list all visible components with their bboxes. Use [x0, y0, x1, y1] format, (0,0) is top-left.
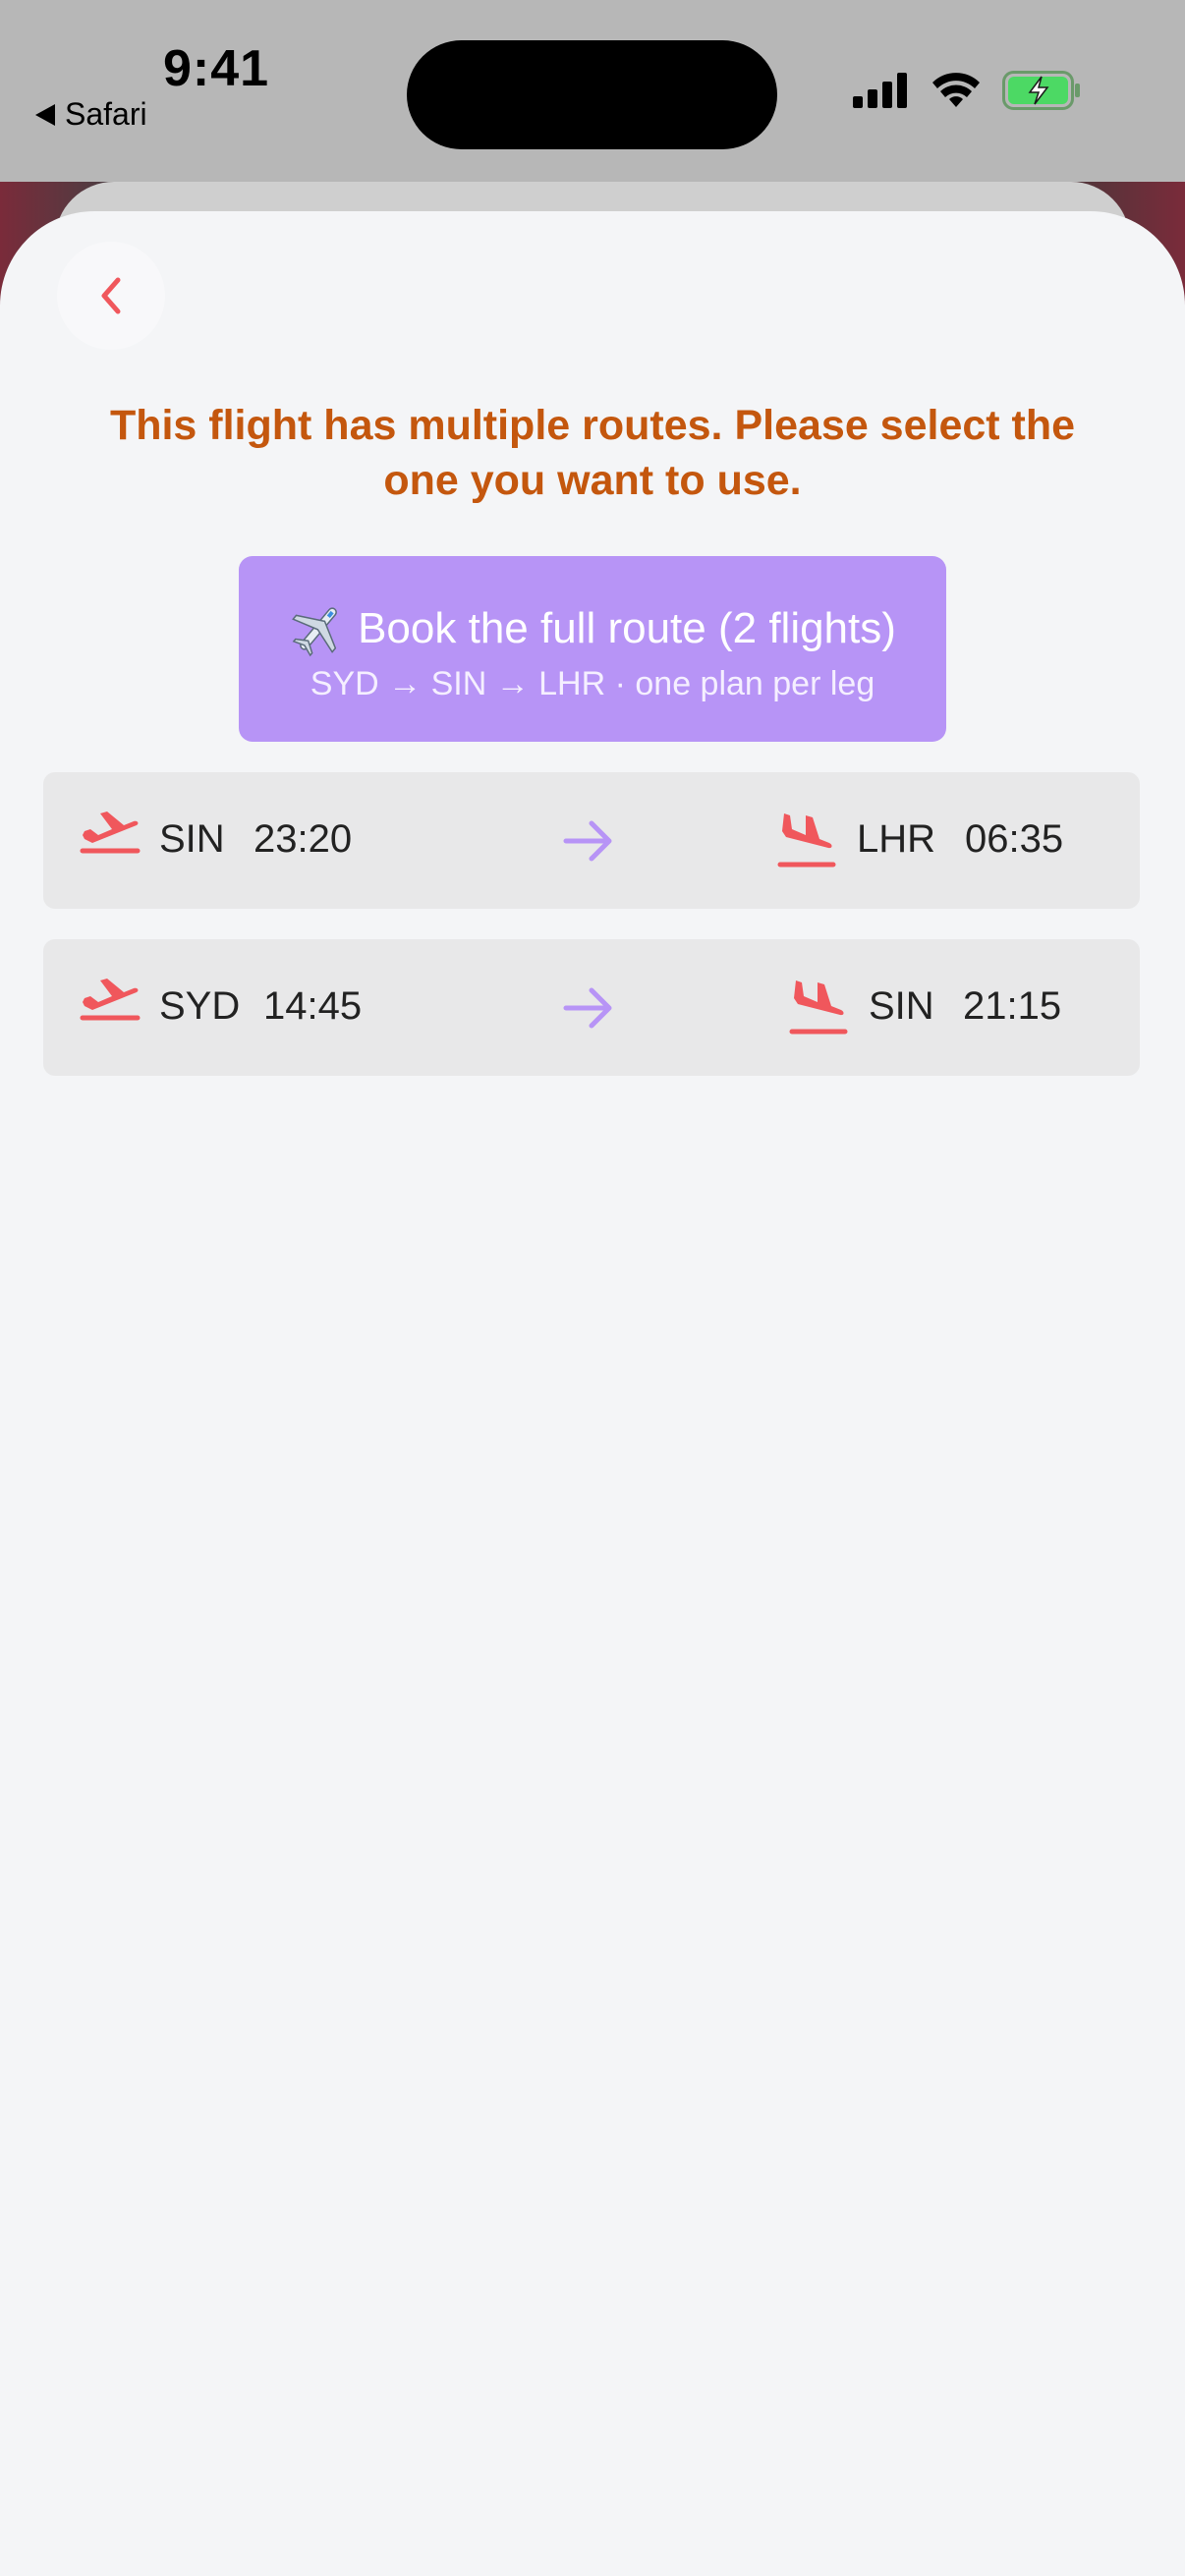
book-full-route-subtitle: SYD → SIN → LHR · one plan per leg: [310, 665, 875, 702]
arrow-right-icon: [563, 820, 612, 862]
departure-time: 14:45: [263, 984, 363, 1028]
landing-icon: [777, 813, 836, 868]
screen: 9:41 Safari This flight has multiple rou…: [0, 0, 1185, 2576]
wifi-icon: [932, 73, 980, 107]
arrival-time: 06:35: [965, 817, 1064, 861]
book-full-route-main: Book the full route (2 flights): [239, 599, 946, 658]
back-to-app-link[interactable]: Safari: [35, 96, 147, 133]
back-app-label: Safari: [65, 96, 147, 132]
back-button[interactable]: [57, 242, 165, 350]
battery-charging-icon: [1002, 71, 1080, 110]
arrival-airport: LHR: [857, 817, 936, 861]
page-title: This flight has multiple routes. Please …: [109, 402, 1076, 504]
back-triangle-icon: [35, 103, 55, 126]
status-bar: 9:41 Safari: [0, 0, 1185, 182]
landing-icon: [789, 980, 848, 1035]
arrow-right-icon: [563, 987, 612, 1029]
departure-time: 23:20: [254, 817, 353, 861]
dynamic-island: [407, 40, 777, 149]
departure-airport: SIN: [159, 817, 225, 861]
chevron-left-icon: [101, 277, 121, 314]
book-full-route-button[interactable]: Book the full route (2 flights) SYD → SI…: [239, 556, 946, 742]
departure-airport: SYD: [159, 984, 241, 1028]
airplane-icon: [292, 607, 337, 657]
route-leg-card[interactable]: SYD 14:45 SIN 21:15: [43, 939, 1140, 1076]
route-leg-card[interactable]: SIN 23:20 LHR 06:35: [43, 772, 1140, 909]
status-icons: [853, 71, 1083, 110]
cellular-signal-icon: [853, 73, 907, 108]
takeoff-icon: [80, 812, 141, 854]
arrival-time: 21:15: [963, 984, 1062, 1028]
status-time: 9:41: [163, 40, 270, 97]
arrival-airport: SIN: [869, 984, 934, 1028]
book-full-route-label: Book the full route (2 flights): [358, 604, 896, 652]
takeoff-icon: [80, 979, 141, 1021]
